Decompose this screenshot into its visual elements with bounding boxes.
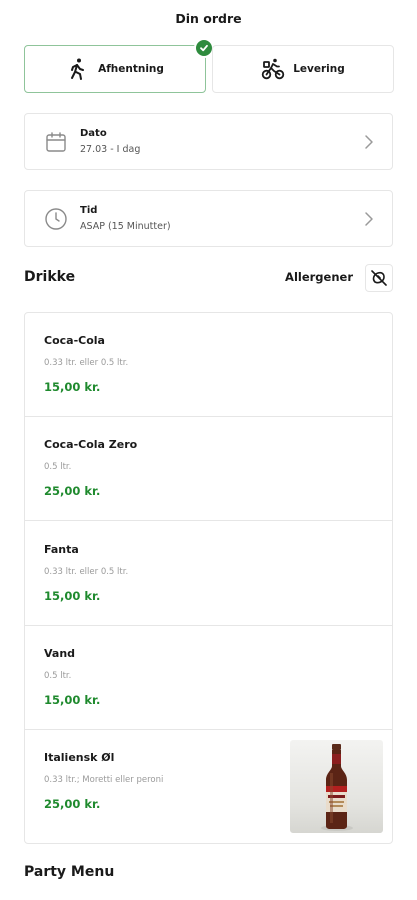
chevron-right-icon <box>362 133 376 151</box>
page-title: Din ordre <box>175 11 242 26</box>
time-value: ASAP (15 Minutter) <box>80 221 171 232</box>
clock-icon <box>44 207 68 231</box>
item-description: 0.33 ltr. eller 0.5 ltr. <box>44 567 129 577</box>
walking-person-icon <box>66 57 90 81</box>
beer-bottle-image <box>290 740 383 833</box>
item-description: 0.5 ltr. <box>44 671 72 681</box>
item-price: 25,00 kr. <box>44 797 101 811</box>
menu-item[interactable]: Italiensk Øl 0.33 ltr.; Moretti eller pe… <box>25 730 392 843</box>
time-label: Tid <box>80 205 98 216</box>
tab-pickup-label: Afhentning <box>98 63 164 75</box>
item-description: 0.5 ltr. <box>44 462 72 472</box>
date-label: Dato <box>80 128 107 139</box>
menu-item[interactable]: Coca-Cola Zero 0.5 ltr. 25,00 kr. <box>25 417 392 521</box>
item-name: Coca-Cola <box>44 334 105 347</box>
tab-pickup[interactable]: Afhentning <box>24 38 214 93</box>
allergen-icon <box>369 268 389 288</box>
item-price: 15,00 kr. <box>44 380 101 394</box>
chevron-right-icon <box>362 210 376 228</box>
tab-delivery[interactable]: Levering <box>212 45 394 93</box>
item-name: Coca-Cola Zero <box>44 438 138 451</box>
menu-item[interactable]: Coca-Cola 0.33 ltr. eller 0.5 ltr. 15,00… <box>25 313 392 417</box>
selected-check-icon <box>194 38 214 58</box>
menu-item[interactable]: Fanta 0.33 ltr. eller 0.5 ltr. 15,00 kr. <box>25 522 392 626</box>
allergen-button[interactable] <box>365 264 393 292</box>
item-price: 25,00 kr. <box>44 484 101 498</box>
menu-item-list: Coca-Cola 0.33 ltr. eller 0.5 ltr. 15,00… <box>24 312 393 844</box>
date-value: 27.03 - I dag <box>80 144 141 155</box>
cyclist-icon <box>261 57 285 81</box>
item-price: 15,00 kr. <box>44 693 101 707</box>
item-description: 0.33 ltr.; Moretti eller peroni <box>44 775 164 785</box>
date-selector[interactable]: Dato 27.03 - I dag <box>24 113 393 170</box>
calendar-icon <box>44 130 68 154</box>
item-name: Vand <box>44 647 76 660</box>
category-title: Drikke <box>24 269 76 285</box>
item-name: Fanta <box>44 543 79 556</box>
time-selector[interactable]: Tid ASAP (15 Minutter) <box>24 190 393 247</box>
menu-item[interactable]: Vand 0.5 ltr. 15,00 kr. <box>25 626 392 730</box>
allergen-label[interactable]: Allergener <box>285 270 353 284</box>
tab-delivery-label: Levering <box>293 63 345 75</box>
item-name: Italiensk Øl <box>44 751 115 764</box>
next-category-title: Party Menu <box>24 864 115 880</box>
item-description: 0.33 ltr. eller 0.5 ltr. <box>44 358 129 368</box>
item-price: 15,00 kr. <box>44 589 101 603</box>
